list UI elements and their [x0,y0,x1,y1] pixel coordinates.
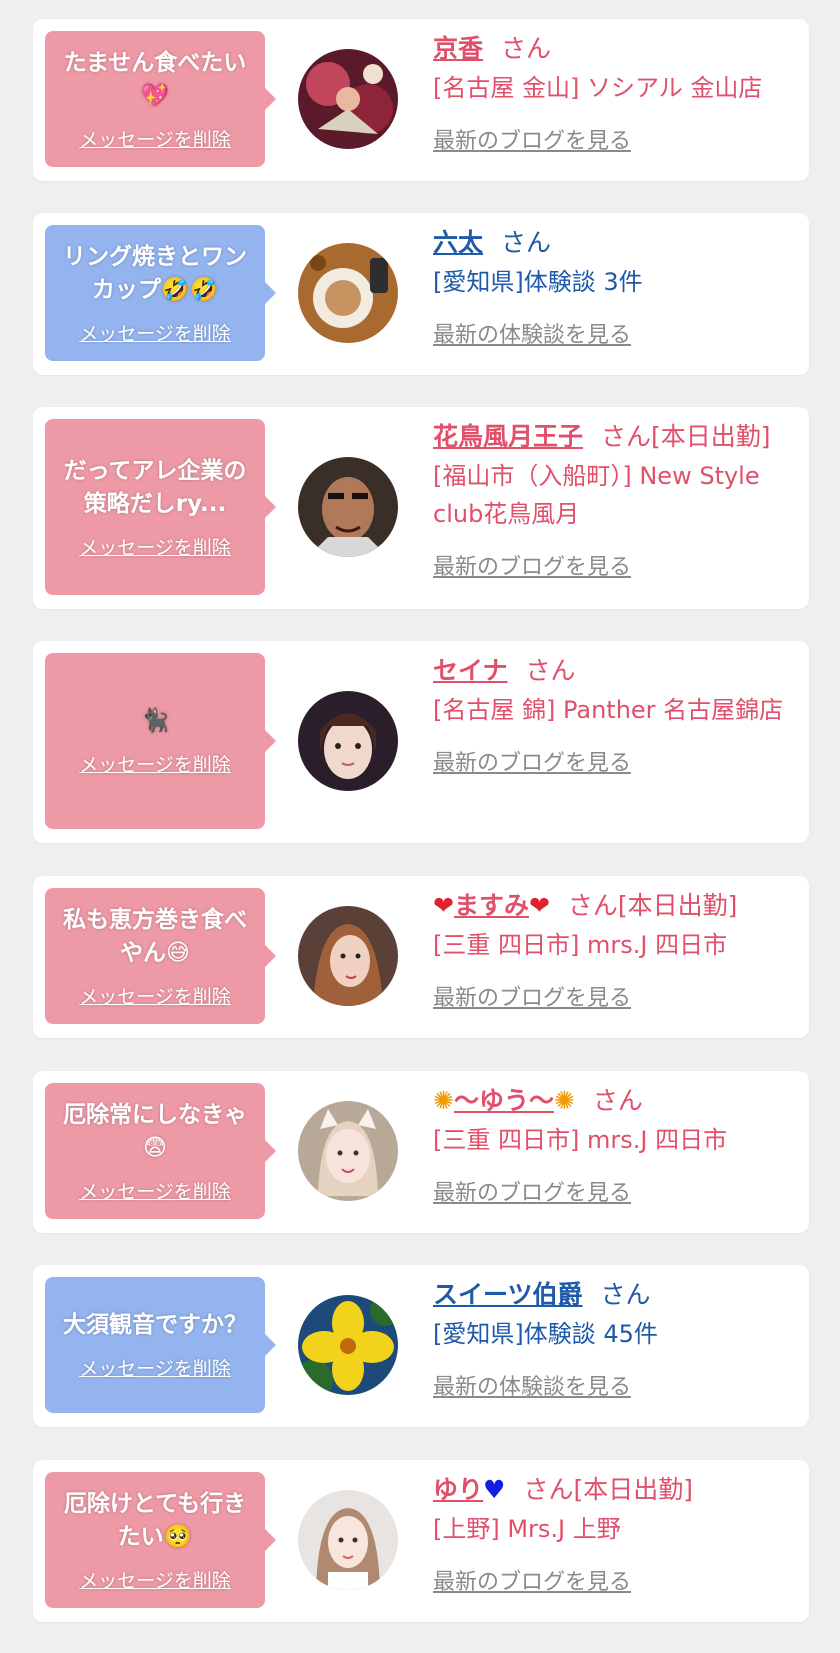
heart-icon: ♥ [483,1475,506,1504]
sun-icon: ✺ [433,1086,454,1115]
user-name-text: ますみ [453,891,529,920]
delete-message-link[interactable]: メッセージを削除 [79,750,231,777]
shop-info: [名古屋 金山] ソシアル 金山店 [433,74,763,102]
message-bubble: 私も恵方巻き食べやん😅 メッセージを削除 [45,888,276,1024]
shop-info: [福山市（入船町）] New Style club花鳥風月 [433,462,760,528]
latest-blog-link[interactable]: 最新のブログを見る [433,1564,631,1596]
delete-message-link[interactable]: メッセージを削除 [79,533,231,560]
message-text: 厄除常にしなきゃ😨 [63,1101,247,1161]
delete-message-link[interactable]: メッセージを削除 [79,125,231,152]
honorific: さん [501,228,552,257]
message-text: だってアレ企業の策略だしry... [63,457,247,517]
shop-info: [愛知県]体験談 3件 [433,268,643,296]
latest-blog-link[interactable]: 最新のブログを見る [433,549,631,581]
user-info: ゆり♥ さん[本日出勤] [上野] Mrs.J 上野 最新のブログを見る [433,1472,795,1596]
honorific: さん[本日出勤] [523,1475,693,1504]
message-text: 私も恵方巻き食べやん😅 [63,906,247,966]
latest-blog-link[interactable]: 最新のブログを見る [433,980,631,1012]
latest-review-link[interactable]: 最新の体験談を見る [433,317,631,349]
message-bubble: たません食べたい💖 メッセージを削除 [45,31,276,167]
delete-message-link[interactable]: メッセージを削除 [79,1354,231,1381]
user-name-link[interactable]: ゆり♥ [433,1475,505,1504]
delete-message-link[interactable]: メッセージを削除 [79,1177,231,1204]
message-bubble: 大須観音ですか？ メッセージを削除 [45,1277,276,1413]
list-item: たません食べたい💖 メッセージを削除 京香 さん [名古屋 金山] ソシアル 金山… [33,19,809,181]
honorific: さん [501,34,552,63]
message-bubble: だってアレ企業の策略だしry... メッセージを削除 [45,419,276,595]
user-info: 六太 さん [愛知県]体験談 3件 最新の体験談を見る [433,225,795,349]
latest-blog-link[interactable]: 最新のブログを見る [433,1175,631,1207]
latest-blog-link[interactable]: 最新のブログを見る [433,745,631,777]
avatar[interactable] [298,1101,398,1201]
message-bubble: 厄除けとても行きたい🥺 メッセージを削除 [45,1472,276,1608]
list-item: だってアレ企業の策略だしry... メッセージを削除 花鳥風月王子 さん[本日出勤… [33,407,809,609]
avatar[interactable] [298,457,398,557]
shop-info: [三重 四日市] mrs.J 四日市 [433,1126,728,1154]
user-info: ❤ますみ❤ さん[本日出勤] [三重 四日市] mrs.J 四日市 最新のブログを… [433,888,795,1012]
avatar[interactable] [298,1295,398,1395]
message-text: リング焼きとワンカップ🤣🤣 [63,243,247,303]
message-bubble: 厄除常にしなきゃ😨 メッセージを削除 [45,1083,276,1219]
list-item: リング焼きとワンカップ🤣🤣 メッセージを削除 六太 さん [愛知県]体験談 3件 … [33,213,809,375]
honorific: さん [525,656,576,685]
shop-info: [愛知県]体験談 45件 [433,1320,658,1348]
user-name-link[interactable]: スイーツ伯爵 [433,1280,583,1309]
user-info: 花鳥風月王子 さん[本日出勤] [福山市（入船町）] New Style club… [433,419,795,581]
latest-blog-link[interactable]: 最新のブログを見る [433,123,631,155]
delete-message-link[interactable]: メッセージを削除 [79,1566,231,1593]
list-item: 私も恵方巻き食べやん😅 メッセージを削除 ❤ますみ❤ さん[本日出勤] [三重 四… [33,876,809,1038]
sun-icon: ✺ [553,1086,575,1115]
message-bubble: リング焼きとワンカップ🤣🤣 メッセージを削除 [45,225,276,361]
user-name-text: ゆり [433,1475,484,1504]
list-item: 🐈‍⬛ メッセージを削除 セイナ さん [名古屋 錦] Panther 名古屋錦店… [33,641,809,843]
honorific: さん [592,1086,643,1115]
avatar[interactable] [298,691,398,791]
message-text: 厄除けとても行きたい🥺 [63,1490,247,1550]
user-info: セイナ さん [名古屋 錦] Panther 名古屋錦店 最新のブログを見る [433,653,795,777]
message-text: たません食べたい💖 [63,49,247,109]
user-name-link[interactable]: 京香 [433,34,483,63]
user-name-link[interactable]: 六太 [433,228,483,257]
message-bubble: 🐈‍⬛ メッセージを削除 [45,653,276,829]
shop-info: [三重 四日市] mrs.J 四日市 [433,931,728,959]
heart-icon: ❤ [433,891,454,920]
avatar[interactable] [298,1490,398,1590]
shop-info: [名古屋 錦] Panther 名古屋錦店 [433,696,784,724]
delete-message-link[interactable]: メッセージを削除 [79,319,231,346]
shop-info: [上野] Mrs.J 上野 [433,1515,621,1543]
user-name-text: 〜ゆう〜 [453,1086,554,1115]
user-name-link[interactable]: セイナ [433,656,508,685]
honorific: さん [600,1280,651,1309]
avatar[interactable] [298,49,398,149]
list-item: 厄除常にしなきゃ😨 メッセージを削除 ✺〜ゆう〜✺ さん [三重 四日市] mrs… [33,1071,809,1233]
user-name-link[interactable]: ✺〜ゆう〜✺ [433,1086,575,1115]
latest-review-link[interactable]: 最新の体験談を見る [433,1369,631,1401]
message-text: 🐈‍⬛ [140,708,170,734]
honorific: さん[本日出勤] [601,422,771,451]
user-info: ✺〜ゆう〜✺ さん [三重 四日市] mrs.J 四日市 最新のブログを見る [433,1083,795,1207]
user-name-link[interactable]: ❤ますみ❤ [433,891,550,920]
avatar[interactable] [298,906,398,1006]
user-name-link[interactable]: 花鳥風月王子 [433,422,583,451]
heart-icon: ❤ [528,891,550,920]
message-list: たません食べたい💖 メッセージを削除 京香 さん [名古屋 金山] ソシアル 金山… [0,0,840,1653]
avatar[interactable] [298,243,398,343]
list-item: 厄除けとても行きたい🥺 メッセージを削除 ゆり♥ さん[本日出勤] [上野] Mr… [33,1460,809,1622]
delete-message-link[interactable]: メッセージを削除 [79,982,231,1009]
honorific: さん[本日出勤] [567,891,738,920]
user-info: スイーツ伯爵 さん [愛知県]体験談 45件 最新の体験談を見る [433,1277,795,1401]
message-text: 大須観音ですか？ [63,1312,247,1338]
list-item: 大須観音ですか？ メッセージを削除 スイーツ伯爵 さん [愛知県]体験談 45件… [33,1265,809,1427]
user-info: 京香 さん [名古屋 金山] ソシアル 金山店 最新のブログを見る [433,31,795,155]
